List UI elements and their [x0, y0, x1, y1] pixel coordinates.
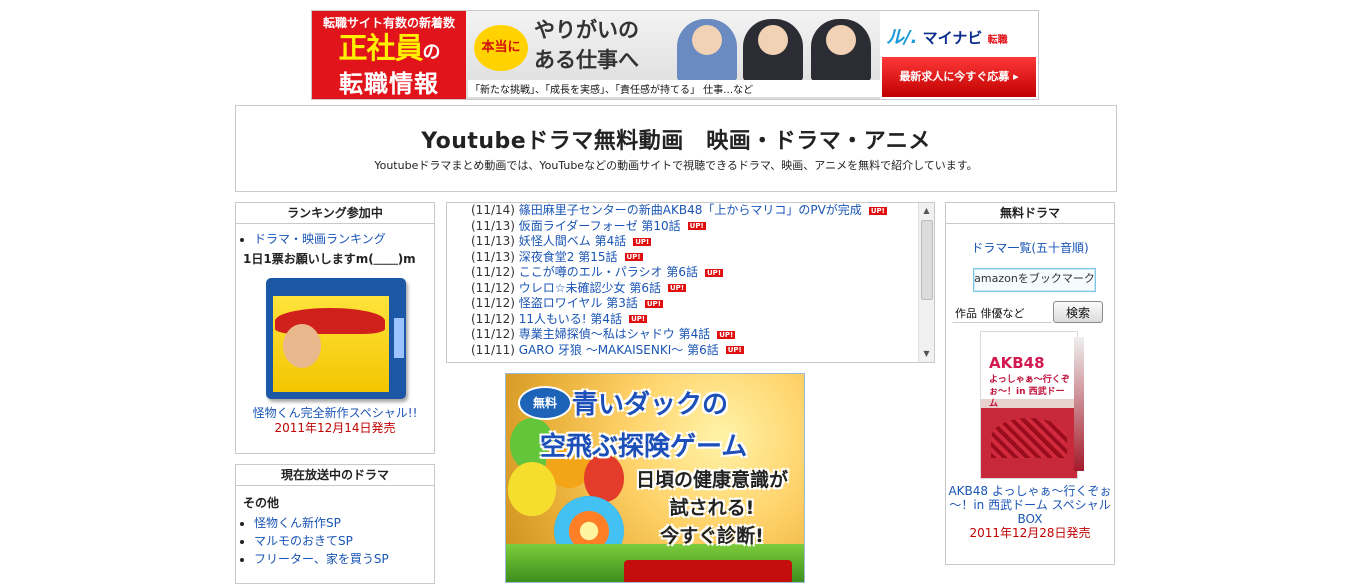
news-link[interactable]: 専業主婦探偵～私はシャドウ 第4話	[519, 327, 710, 341]
banner-cta-button[interactable]: 最新求人に今すぐ応募 ▸	[882, 57, 1036, 97]
mynavi-logo: ル/. マイナビ 転職	[886, 27, 1008, 48]
news-link[interactable]: 11人もいる! 第4話	[519, 312, 622, 326]
site-header: Youtubeドラマ無料動画 映画・ドラマ・アニメ Youtubeドラマまとめ動…	[235, 105, 1117, 192]
up-badge: UP!	[705, 268, 724, 277]
up-badge: UP!	[725, 346, 744, 354]
banner-line1: 転職サイト有数の新着数	[322, 16, 455, 30]
banner-subline: 「新たな挑戦」、「成長を実感」、「責任感が持てる」 仕事…など	[468, 80, 880, 97]
news-item: (11/12) ここが噂のエル・パラシオ 第6話 UP!	[471, 265, 724, 279]
onair-category: その他	[243, 496, 280, 510]
ranking-product-caption: 怪物くん完全新作スペシャル!! 2011年12月14日発売	[236, 406, 434, 436]
onair-list: 怪物くん新作SP マルモのおきてSP フリーター、家を買うSP	[236, 514, 434, 568]
news-link[interactable]: 篠田麻里子センターの新曲AKB48「上からマリコ」のPVが完成	[519, 203, 862, 217]
list-item: マルモのおきてSP	[254, 532, 434, 550]
akb48-logo: AKB48	[989, 354, 1045, 372]
site-description: Youtubeドラマまとめ動画では、YouTubeなどの動画サイトで視聴できるド…	[374, 159, 978, 172]
banner-red-panel: 転職サイト有数の新着数 正社員の 転職情報	[312, 11, 466, 99]
up-badge: UP!	[668, 284, 687, 292]
ranking-link[interactable]: ドラマ・映画ランキング	[254, 232, 386, 246]
product-image-bluray[interactable]	[266, 278, 406, 399]
scroll-down-icon[interactable]: ▼	[919, 347, 934, 361]
akb48-box-text: よっしゃぁ～行くぞぉ～！in 西武ドーム	[989, 375, 1070, 409]
banner-line2: 正社員の	[338, 31, 440, 65]
news-item: (11/12) 怪盗ロワイヤル 第3話 UP!	[471, 296, 663, 310]
news-box: (11/14) 篠田麻里子センターの新曲AKB48「上からマリコ」のPVが完成 U…	[446, 202, 935, 363]
list-item: フリーター、家を買うSP	[254, 550, 434, 568]
ranking-product-date: 2011年12月14日発売	[274, 421, 396, 435]
banner-people-image	[671, 13, 877, 81]
site-title[interactable]: Youtubeドラマ無料動画 映画・ドラマ・アニメ	[236, 123, 1116, 155]
free-drama-box: 無料ドラマ ドラマ一覧(五十音順) amazonをブックマーク 検索 AKB48…	[945, 202, 1115, 565]
up-badge: UP!	[624, 253, 643, 261]
ranking-box: ランキング参加中 ドラマ・映画ランキング 1日1票お願いしますm(＿＿)m 怪物…	[235, 202, 435, 454]
banner-photo-panel: 本当に やりがいの ある仕事へ 「新たな挑戦」、「成長を実感」、「責任感が持てる…	[466, 11, 880, 99]
news-scrollbar[interactable]: ▲ ▼	[918, 203, 934, 362]
drama-list-link-wrap: ドラマ一覧(五十音順)	[946, 239, 1114, 256]
up-badge: UP!	[717, 330, 736, 339]
game-ad-message: 日頃の健康意識が 試される! 今すぐ診断!	[635, 469, 788, 547]
banner-brand-panel: ル/. マイナビ 転職 最新求人に今すぐ応募 ▸	[880, 11, 1038, 99]
free-badge: 無料	[518, 386, 572, 420]
news-link[interactable]: 怪盗ロワイヤル 第3話	[519, 296, 638, 310]
news-item: (11/13) 深夜食堂2 第15話 UP!	[471, 249, 643, 264]
news-item: (11/13) 仮面ライダーフォーゼ 第10話 UP!	[471, 218, 706, 233]
ranking-product-link[interactable]: 怪物くん完全新作スペシャル!!	[253, 406, 418, 420]
free-product-date: 2011年12月28日発売	[969, 526, 1091, 540]
person-figure	[743, 19, 803, 81]
amazon-bookmark-button[interactable]: amazonをブックマーク	[973, 268, 1096, 292]
news-link[interactable]: ウレロ☆未確認少女 第6話	[519, 281, 661, 295]
news-item: (11/13) 妖怪人間ベム 第4話 UP!	[471, 234, 652, 248]
game-ad-banner[interactable]: 無料 青いダックの 空飛ぶ探険ゲーム 日頃の健康意識が 試される! 今すぐ診断!	[505, 373, 805, 583]
news-link[interactable]: 妖怪人間ベム 第4話	[519, 234, 626, 248]
person-figure	[677, 19, 737, 81]
ranking-please-text: 1日1票お願いしますm(＿＿)m	[243, 252, 416, 266]
banner-headline: やりがいの ある仕事へ	[534, 18, 639, 72]
news-link[interactable]: GARO 牙狼 ～MAKAISENKI～ 第6話	[519, 343, 719, 357]
scroll-thumb[interactable]	[921, 220, 933, 300]
drama-list-link[interactable]: ドラマ一覧(五十音順)	[971, 241, 1088, 255]
ranking-box-title: ランキング参加中	[236, 203, 434, 224]
onair-box-title: 現在放送中のドラマ	[236, 465, 434, 486]
product-image-akb48-box[interactable]: AKB48 よっしゃぁ～行くぞぉ～！in 西武ドーム	[980, 331, 1084, 479]
banner-line3: 転職情報	[339, 70, 439, 98]
up-badge: UP!	[868, 206, 887, 215]
person-figure	[811, 19, 871, 81]
scroll-up-icon[interactable]: ▲	[919, 204, 934, 218]
game-ad-title1: 青いダックの	[572, 390, 729, 420]
face-shape	[283, 324, 321, 368]
news-list: (11/14) 篠田麻里子センターの新曲AKB48「上からマリコ」のPVが完成 U…	[447, 203, 934, 358]
banner-bubble: 本当に	[474, 25, 528, 71]
news-link[interactable]: 仮面ライダーフォーゼ 第10話	[519, 219, 681, 233]
news-item: (11/14) 篠田麻里子センターの新曲AKB48「上からマリコ」のPVが完成 U…	[471, 203, 887, 217]
list-item: 怪物くん新作SP	[254, 514, 434, 532]
game-ad-title2: 空飛ぶ探険ゲーム	[540, 432, 748, 462]
news-item: (11/12) 11人もいる! 第4話 UP!	[471, 311, 648, 326]
top-banner-ad[interactable]: 転職サイト有数の新着数 正社員の 転職情報 本当に やりがいの ある仕事へ 「新…	[311, 10, 1039, 100]
search-input[interactable]	[952, 302, 1052, 323]
free-product-caption: AKB48 よっしゃぁ～行くぞぉ～！in 西武ドーム スペシャルBOX 2011…	[946, 484, 1114, 540]
up-badge: UP!	[633, 237, 652, 246]
balloon-shape	[508, 462, 556, 516]
up-badge: UP!	[687, 222, 706, 230]
up-badge: UP!	[629, 315, 648, 323]
free-drama-title: 無料ドラマ	[946, 203, 1114, 224]
onair-link[interactable]: 怪物くん新作SP	[254, 516, 341, 530]
onair-link[interactable]: マルモのおきてSP	[254, 534, 353, 548]
up-badge: UP!	[644, 299, 663, 308]
onair-link[interactable]: フリーター、家を買うSP	[254, 552, 389, 566]
news-link[interactable]: 深夜食堂2 第15話	[519, 250, 618, 264]
dome-shape	[991, 418, 1067, 458]
news-item: (11/12) ウレロ☆未確認少女 第6話 UP!	[471, 280, 687, 295]
free-product-link[interactable]: AKB48 よっしゃぁ～行くぞぉ～！in 西武ドーム スペシャルBOX	[948, 484, 1111, 526]
list-item: ドラマ・映画ランキング	[254, 231, 434, 247]
news-item: (11/11) GARO 牙狼 ～MAKAISENKI～ 第6話 UP!	[471, 342, 744, 357]
news-item: (11/12) 専業主婦探偵～私はシャドウ 第4話 UP!	[471, 327, 736, 341]
ranking-list: ドラマ・映画ランキング	[236, 231, 434, 247]
news-link[interactable]: ここが噂のエル・パラシオ 第6話	[519, 265, 698, 279]
search-button[interactable]: 検索	[1053, 301, 1103, 323]
onair-box: 現在放送中のドラマ その他 怪物くん新作SP マルモのおきてSP フリーター、家…	[235, 464, 435, 584]
